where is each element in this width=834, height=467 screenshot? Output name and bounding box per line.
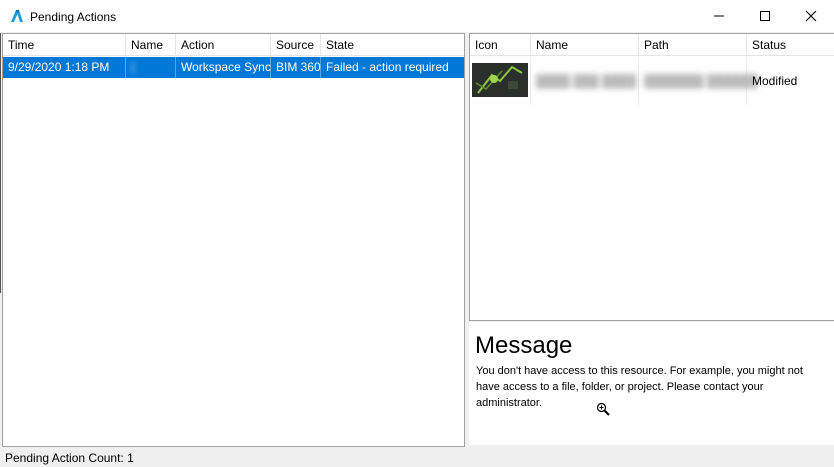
maximize-button[interactable] xyxy=(742,0,788,32)
row-state: Failed - action required xyxy=(326,60,449,74)
window-title: Pending Actions xyxy=(30,10,117,24)
file-name-cell: ████ ███ ████ xyxy=(531,57,639,105)
close-button[interactable] xyxy=(788,0,834,32)
message-body: You don't have access to this resource. … xyxy=(476,365,803,409)
row-time: 9/29/2020 1:18 PM xyxy=(3,57,126,78)
column-header-action[interactable]: Action xyxy=(176,34,271,56)
pending-action-count: Pending Action Count: 1 xyxy=(5,451,134,465)
pending-actions-window: Pending Actions Time Name Action Source … xyxy=(0,0,834,467)
file-path-cell: ███████ ██████ xyxy=(639,57,758,105)
file-row[interactable]: ████ ███ ████ ███████ ██████ Modified xyxy=(470,57,834,105)
file-name-text: ████ ███ ████ xyxy=(536,74,637,88)
minimize-button[interactable] xyxy=(696,0,742,32)
column-header-status[interactable]: Status xyxy=(747,34,834,56)
table-row[interactable]: 9/29/2020 1:18 PM ( Workspace Sync BIM 3… xyxy=(3,57,464,78)
status-bar: Pending Action Count: 1 xyxy=(0,447,834,467)
column-header-state[interactable]: State xyxy=(321,34,464,56)
row-name-text: ( xyxy=(131,60,135,74)
column-header-path[interactable]: Path xyxy=(639,34,747,56)
minimize-icon xyxy=(714,15,724,17)
zoom-cursor-icon xyxy=(596,402,610,416)
autodesk-logo-icon xyxy=(11,10,23,22)
column-header-icon[interactable]: Icon xyxy=(470,34,531,56)
window-edge xyxy=(0,33,1,293)
message-title: Message xyxy=(475,332,573,359)
column-header-name[interactable]: Name xyxy=(126,34,176,56)
pending-actions-list[interactable]: Time Name Action Source State 9/29/2020 … xyxy=(2,33,465,447)
maximize-icon xyxy=(760,11,770,21)
message-panel: Message You don't have access to this re… xyxy=(469,322,834,445)
row-source: BIM 360 xyxy=(271,57,321,78)
files-header: Icon Name Path Status xyxy=(470,34,834,56)
close-icon xyxy=(805,10,817,22)
list-header: Time Name Action Source State xyxy=(3,34,464,56)
file-thumbnail-icon xyxy=(472,63,528,97)
column-header-source[interactable]: Source xyxy=(271,34,321,56)
file-path-text: ███████ ██████ xyxy=(644,74,758,88)
row-action: Workspace Sync xyxy=(176,57,271,78)
column-header-file-name[interactable]: Name xyxy=(531,34,639,56)
row-name: ( xyxy=(126,57,176,78)
file-icon-cell xyxy=(470,57,531,105)
file-status: Modified xyxy=(752,74,798,88)
title-bar[interactable]: Pending Actions xyxy=(0,0,834,32)
column-header-time[interactable]: Time xyxy=(3,34,126,56)
affected-files-list[interactable]: Icon Name Path Status ████ ███ ████ ████… xyxy=(469,33,834,321)
